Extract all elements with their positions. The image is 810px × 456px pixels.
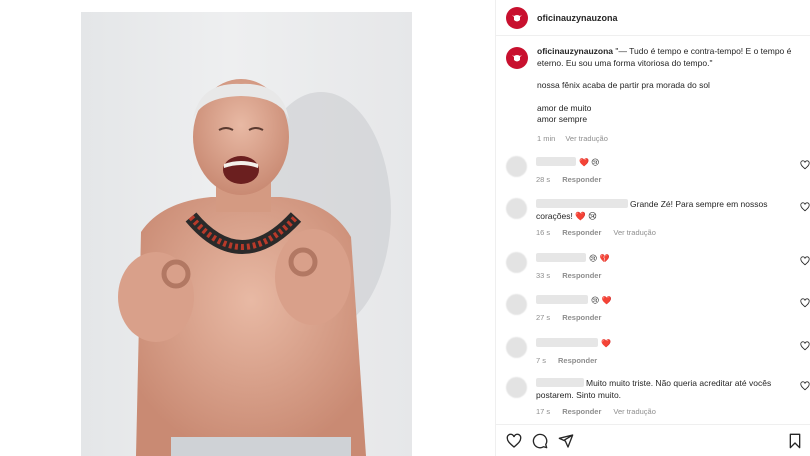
reply-button[interactable]: Responder [562,270,601,282]
comment-text: ❤️ [601,339,611,348]
heart-icon[interactable] [800,202,810,212]
profile-avatar[interactable] [506,6,528,29]
post-media-pane [0,0,495,456]
commenter-username[interactable] [536,295,588,304]
caption-line-4: amor sempre [537,114,588,124]
post-header: oficinauzynauzona [496,0,810,36]
share-button[interactable] [558,433,574,449]
caption-body: oficinauzynauzona "— Tudo é tempo e cont… [537,46,801,144]
commenter-username[interactable] [536,338,598,347]
comment-item: ❤️ 7 s Responder [506,337,810,367]
reply-button[interactable]: Responder [562,312,601,324]
comment-item: 😢 ❤️ 27 s Responder [506,294,810,324]
post-photo[interactable] [81,12,412,456]
comment-time[interactable]: 33 s [536,270,550,282]
post-actions-bar [496,424,810,456]
comment-text: 😢 ❤️ [591,296,612,305]
caption-time[interactable]: 1 min [537,133,555,145]
comment-time[interactable]: 28 s [536,174,550,186]
commenter-avatar[interactable] [506,198,527,219]
reply-button[interactable]: Responder [562,174,601,186]
comment-item: Muito muito triste. Não queria acreditar… [506,377,810,418]
comments-pane: oficinauzynauzona oficinauzynauzona "— T… [495,0,810,456]
commenter-avatar[interactable] [506,156,527,177]
heart-icon[interactable] [800,381,810,391]
reply-button[interactable]: Responder [562,406,601,418]
commenter-avatar[interactable] [506,377,527,398]
heart-icon[interactable] [800,298,810,308]
comment-item: ❤️ 😢 28 s Responder [506,156,810,186]
commenter-avatar[interactable] [506,252,527,273]
post-photo-illustration [118,79,391,456]
save-button[interactable] [787,433,803,449]
comment-item: 😢 💔 33 s Responder [506,252,810,282]
heart-icon[interactable] [800,160,810,170]
caption-username[interactable]: oficinauzynauzona [537,46,613,56]
comment-time[interactable]: 16 s [536,227,550,239]
caption-line-2: nossa fênix acaba de partir pra morada d… [537,80,710,90]
comment-translate-link[interactable]: Ver tradução [613,406,656,418]
commenter-avatar[interactable] [506,294,527,315]
bookmark-icon [789,433,801,449]
commenter-username[interactable] [536,199,628,208]
commenter-username[interactable] [536,253,586,262]
reply-button[interactable]: Responder [558,355,597,367]
comment-time[interactable]: 7 s [536,355,546,367]
like-button[interactable] [506,433,522,449]
post-caption: oficinauzynauzona "— Tudo é tempo e cont… [506,46,801,144]
comment-translate-link[interactable]: Ver tradução [613,227,656,239]
caption-line-3: amor de muito [537,102,592,113]
comment-icon [532,433,548,448]
commenter-avatar[interactable] [506,337,527,358]
comment-time[interactable]: 27 s [536,312,550,324]
comment-text: ❤️ 😢 [579,158,600,167]
reply-button[interactable]: Responder [562,227,601,239]
post-username[interactable]: oficinauzynauzona [537,13,618,23]
comment-item: Grande Zé! Para sempre em nossos coraçõe… [506,198,810,239]
heart-icon [506,433,522,448]
commenter-username[interactable] [536,157,576,166]
heart-icon[interactable] [800,341,810,351]
bull-logo-icon [512,55,522,62]
bull-logo-icon [512,14,522,21]
comment-time[interactable]: 17 s [536,406,550,418]
comment-button[interactable] [532,433,548,449]
caption-translate-link[interactable]: Ver tradução [565,133,608,145]
share-icon [558,433,574,448]
heart-icon[interactable] [800,256,810,266]
comment-text: 😢 💔 [589,254,610,263]
commenter-username[interactable] [536,378,584,387]
caption-avatar[interactable] [506,47,528,69]
